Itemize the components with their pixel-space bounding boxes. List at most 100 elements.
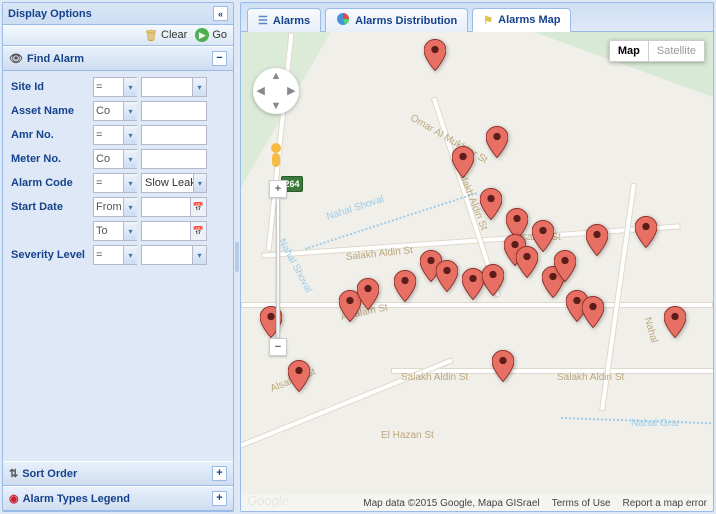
alarm-map-pin[interactable]	[462, 268, 484, 300]
operator-select[interactable]: =▾	[93, 245, 137, 265]
value-input[interactable]	[141, 101, 207, 121]
legend-expand-button[interactable]: +	[212, 491, 227, 506]
find-alarm-row: To▾ 📅	[11, 221, 225, 241]
value-select[interactable]: ▾	[141, 77, 207, 97]
alarm-map-pin[interactable]	[582, 296, 604, 328]
display-options-title: Display Options	[8, 8, 92, 20]
road-label: El Hazan St	[381, 430, 434, 441]
field-label: Start Date	[11, 201, 93, 213]
map-attribution-bar: Map data ©2015 Google, Mapa GISrael Term…	[241, 495, 713, 511]
date-input[interactable]: 📅	[141, 221, 207, 241]
chevron-down-icon: ▾	[123, 78, 137, 96]
field-label: Amr No.	[11, 129, 93, 141]
field-label: Site Id	[11, 81, 93, 93]
main-panel: ☰Alarms Alarms Distribution ⚑Alarms Map 26…	[240, 2, 714, 512]
road-label: Salakh Aldin St	[401, 372, 468, 383]
chevron-down-icon: ▾	[192, 246, 206, 264]
alarms-map[interactable]: 264 Ra Omar Al Mukhtar St Salakh Aldin S…	[241, 32, 713, 511]
alarm-map-pin[interactable]	[486, 126, 508, 158]
alarm-map-pin[interactable]	[492, 350, 514, 382]
alarm-map-pin[interactable]	[664, 306, 686, 338]
alarm-map-pin[interactable]	[635, 216, 657, 248]
sort-icon: ⇅	[9, 467, 18, 480]
find-alarm-row: Start DateFrom▾ 📅	[11, 197, 225, 217]
find-alarm-title: Find Alarm	[27, 53, 84, 65]
calendar-icon[interactable]: 📅	[190, 198, 206, 216]
map-type-map[interactable]: Map	[609, 40, 649, 62]
find-alarm-row: Alarm Code=▾Slow Leak▾	[11, 173, 225, 193]
go-button[interactable]: ▶ Go	[195, 28, 227, 42]
pan-left-icon[interactable]: ◀	[253, 83, 268, 98]
chevron-down-icon: ▾	[192, 78, 206, 96]
find-alarm-row: Asset NameCo▾	[11, 101, 225, 121]
chevron-down-icon: ▾	[123, 150, 137, 168]
zoom-in-button[interactable]: +	[269, 180, 287, 198]
tab-label: Alarms Distribution	[355, 15, 457, 27]
find-alarm-collapse-button[interactable]: −	[212, 51, 227, 66]
value-select[interactable]: Slow Leak▾	[141, 173, 207, 193]
operator-select[interactable]: Co▾	[93, 101, 137, 121]
report-map-error-link[interactable]: Report a map error	[623, 498, 707, 509]
operator-select[interactable]: From▾	[93, 197, 137, 217]
alarm-map-pin[interactable]	[482, 264, 504, 296]
date-input[interactable]: 📅	[141, 197, 207, 217]
value-select[interactable]: ▾	[141, 245, 207, 265]
alarm-map-pin[interactable]	[452, 146, 474, 178]
calendar-icon[interactable]: 📅	[190, 222, 206, 240]
go-button-label: Go	[212, 29, 227, 41]
collapse-left-panel-button[interactable]: «	[213, 6, 228, 21]
find-alarm-row: Severity Level=▾▾	[11, 245, 225, 265]
value-input[interactable]	[141, 125, 207, 145]
alarm-map-pin[interactable]	[554, 250, 576, 282]
globe-refresh-icon: ◉	[9, 492, 19, 505]
operator-select[interactable]: =▾	[93, 125, 137, 145]
map-pan-control[interactable]: ▲ ◀ ▶ ▼	[253, 68, 299, 114]
pie-chart-icon	[336, 12, 350, 29]
alarm-map-pin[interactable]	[424, 39, 446, 71]
main-tabbar: ☰Alarms Alarms Distribution ⚑Alarms Map	[241, 3, 713, 32]
zoom-out-button[interactable]: −	[269, 338, 287, 356]
chevron-down-icon: ▾	[123, 102, 137, 120]
pan-up-icon[interactable]: ▲	[268, 68, 283, 83]
streetview-pegman[interactable]	[265, 142, 287, 172]
map-type-satellite[interactable]: Satellite	[649, 40, 705, 62]
alarm-map-pin[interactable]	[586, 224, 608, 256]
operator-select[interactable]: To▾	[93, 221, 137, 241]
find-alarm-form: Site Id=▾▾Asset NameCo▾Amr No.=▾Meter No…	[3, 71, 233, 275]
find-alarm-row: Amr No.=▾	[11, 125, 225, 145]
pan-right-icon[interactable]: ▶	[284, 83, 299, 98]
pan-down-icon[interactable]: ▼	[268, 99, 283, 114]
operator-select[interactable]: =▾	[93, 77, 137, 97]
tab-map[interactable]: ⚑Alarms Map	[472, 8, 571, 32]
map-zoom-control: + −	[269, 180, 287, 356]
operator-select[interactable]: =▾	[93, 173, 137, 193]
chevron-down-icon: ▾	[123, 198, 137, 216]
alarm-map-pin[interactable]	[394, 270, 416, 302]
field-label: Asset Name	[11, 105, 93, 117]
field-label: Meter No.	[11, 153, 93, 165]
chevron-down-icon: ▾	[123, 174, 137, 192]
find-alarm-section-header[interactable]: 👁 Find Alarm −	[3, 46, 233, 71]
operator-select[interactable]: Co▾	[93, 149, 137, 169]
chevron-down-icon: ▾	[123, 246, 137, 264]
display-options-header: Display Options «	[3, 3, 233, 25]
chevron-left-double-icon: «	[218, 9, 223, 19]
sort-order-expand-button[interactable]: +	[212, 466, 227, 481]
zoom-slider[interactable]	[276, 198, 280, 338]
legend-section-header[interactable]: ◉ Alarm Types Legend +	[3, 486, 233, 511]
tab-alarms[interactable]: ☰Alarms	[247, 8, 321, 32]
clear-button[interactable]: 🗑 Clear	[144, 29, 187, 42]
map-data-attribution: Map data ©2015 Google, Mapa GISrael	[363, 498, 539, 509]
alarm-map-pin[interactable]	[357, 278, 379, 310]
alarm-map-pin[interactable]	[480, 188, 502, 220]
terms-of-use-link[interactable]: Terms of Use	[552, 498, 611, 509]
alarm-map-pin[interactable]	[288, 360, 310, 392]
alarm-map-pin[interactable]	[436, 260, 458, 292]
legend-title: Alarm Types Legend	[23, 493, 130, 505]
find-alarm-row: Site Id=▾▾	[11, 77, 225, 97]
value-input[interactable]	[141, 149, 207, 169]
tab-label: Alarms Map	[498, 14, 560, 26]
sort-order-section-header[interactable]: ⇅ Sort Order +	[3, 461, 233, 486]
tab-dist[interactable]: Alarms Distribution	[325, 8, 468, 32]
alarm-map-pin[interactable]	[516, 246, 538, 278]
